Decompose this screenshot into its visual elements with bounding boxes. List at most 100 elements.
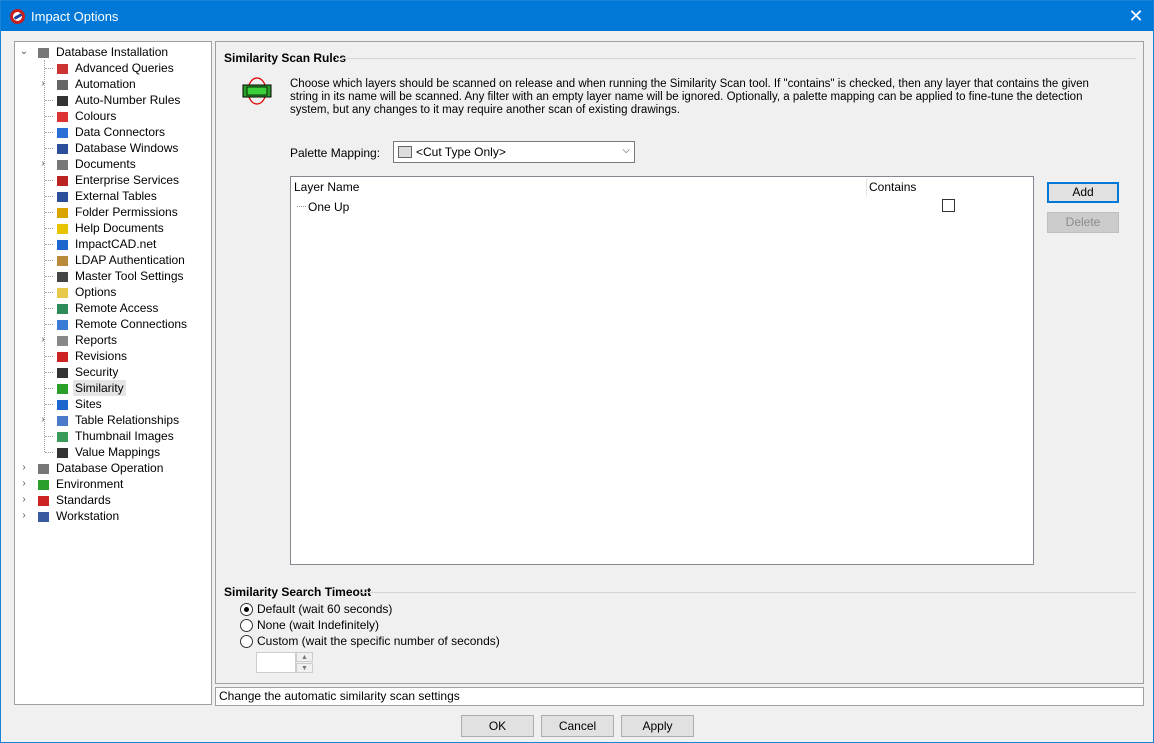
tree-connector bbox=[45, 100, 53, 101]
column-contains[interactable]: Contains bbox=[869, 180, 916, 194]
chevron-down-icon[interactable]: ⌄ bbox=[19, 44, 29, 60]
tree-connector bbox=[45, 68, 53, 69]
chevron-right-icon[interactable]: › bbox=[19, 476, 29, 492]
tools-icon bbox=[54, 269, 69, 283]
tree-connector bbox=[45, 132, 53, 133]
tree-connector bbox=[45, 196, 53, 197]
table-icon bbox=[54, 189, 69, 203]
close-icon[interactable]: ✕ bbox=[1119, 1, 1153, 31]
scan-rules-description: Choose which layers should be scanned on… bbox=[290, 78, 1089, 116]
tree-item-environment[interactable]: › Environment bbox=[15, 476, 211, 492]
colours-icon bbox=[54, 109, 69, 123]
contains-checkbox[interactable] bbox=[942, 199, 955, 212]
tree-connector bbox=[45, 436, 53, 437]
column-divider[interactable] bbox=[866, 179, 867, 197]
tree-item-automation[interactable]: › Automation bbox=[15, 76, 211, 92]
chevron-right-icon[interactable]: › bbox=[38, 156, 48, 172]
layer-row-name[interactable]: One Up bbox=[308, 200, 349, 214]
ldap-icon bbox=[54, 253, 69, 267]
tree-item-label: Data Connectors bbox=[75, 125, 166, 139]
help-icon bbox=[54, 221, 69, 235]
enterprise-icon bbox=[54, 173, 69, 187]
tree-item-standards[interactable]: › Standards bbox=[15, 492, 211, 508]
chevron-right-icon[interactable]: › bbox=[19, 492, 29, 508]
tree-item-label: Sites bbox=[75, 397, 102, 411]
status-bar: Change the automatic similarity scan set… bbox=[215, 687, 1144, 706]
cancel-button[interactable]: Cancel bbox=[541, 715, 614, 737]
chevron-right-icon[interactable]: › bbox=[38, 412, 48, 428]
radio-default[interactable] bbox=[240, 603, 253, 616]
options-window: Impact Options ✕ ⌄ Database Installation A… bbox=[0, 0, 1154, 743]
image-icon bbox=[54, 429, 69, 443]
database-icon bbox=[35, 45, 50, 59]
tree-connector bbox=[45, 324, 53, 325]
similarity-icon bbox=[242, 77, 272, 105]
layer-list-header: Layer Name Contains bbox=[291, 177, 1033, 197]
tree-item-workstation[interactable]: › Workstation bbox=[15, 508, 211, 524]
tree-item-database-operation[interactable]: › Database Operation bbox=[15, 460, 211, 476]
similarity-icon bbox=[54, 381, 69, 395]
chevron-right-icon[interactable]: › bbox=[19, 460, 29, 476]
tree-icon bbox=[35, 477, 50, 491]
timeout-seconds-input[interactable] bbox=[256, 652, 296, 673]
globe-icon bbox=[54, 237, 69, 251]
timeout-spinner[interactable]: ▲ ▼ bbox=[256, 652, 313, 673]
options-tree[interactable]: ⌄ Database Installation Advanced Queries › A… bbox=[14, 41, 212, 705]
section-divider bbox=[336, 58, 1136, 59]
tree-connector bbox=[45, 260, 53, 261]
tree-item-label: Documents bbox=[75, 157, 136, 171]
tree-connector bbox=[45, 356, 53, 357]
tree-item-label: Remote Access bbox=[75, 301, 159, 315]
tree-item-label: Automation bbox=[75, 77, 136, 91]
timeout-title: Similarity Search Timeout bbox=[224, 585, 372, 599]
row-connector bbox=[297, 206, 306, 207]
tree-connector bbox=[45, 372, 53, 373]
tree-connector bbox=[45, 212, 53, 213]
grid-icon bbox=[54, 141, 69, 155]
tree-item-label: Database Windows bbox=[75, 141, 179, 155]
tree-item-label: Table Relationships bbox=[75, 413, 180, 427]
delete-button[interactable]: Delete bbox=[1047, 212, 1119, 233]
chevron-right-icon[interactable]: › bbox=[38, 332, 48, 348]
radio-custom-label[interactable]: Custom (wait the specific number of seco… bbox=[257, 634, 500, 648]
spin-up-icon[interactable]: ▲ bbox=[296, 652, 313, 662]
ok-button[interactable]: OK bbox=[461, 715, 534, 737]
tree-item-label: Similarity bbox=[73, 380, 126, 396]
revisions-icon bbox=[54, 349, 69, 363]
tree-item-label: ImpactCAD.net bbox=[75, 237, 157, 251]
tree-item-label: Thumbnail Images bbox=[75, 429, 174, 443]
app-icon bbox=[10, 9, 25, 24]
radio-none-label[interactable]: None (wait Indefinitely) bbox=[257, 618, 379, 632]
column-layer-name[interactable]: Layer Name bbox=[294, 180, 359, 194]
tree-connector bbox=[45, 228, 53, 229]
palette-mapping-select[interactable]: <Cut Type Only> ⌵ bbox=[393, 141, 635, 163]
database-icon bbox=[35, 461, 50, 475]
palette-mapping-value: <Cut Type Only> bbox=[416, 145, 506, 159]
radio-none[interactable] bbox=[240, 619, 253, 632]
share-icon bbox=[54, 125, 69, 139]
automation-icon bbox=[54, 77, 69, 91]
tree-connector bbox=[45, 308, 53, 309]
tree-item-reports[interactable]: › Reports bbox=[15, 332, 211, 348]
tree-item-table-relationships[interactable]: › Table Relationships bbox=[15, 412, 211, 428]
layer-list[interactable]: Layer Name Contains One Up bbox=[290, 176, 1034, 565]
chevron-right-icon[interactable]: › bbox=[38, 76, 48, 92]
tree-item-label: Value Mappings bbox=[75, 445, 161, 459]
standards-icon bbox=[35, 493, 50, 507]
tree-connector bbox=[45, 148, 53, 149]
tree-connector bbox=[45, 404, 53, 405]
radio-default-label[interactable]: Default (wait 60 seconds) bbox=[257, 602, 392, 616]
chevron-right-icon[interactable]: › bbox=[19, 508, 29, 524]
apply-button[interactable]: Apply bbox=[621, 715, 694, 737]
spin-down-icon[interactable]: ▼ bbox=[296, 663, 313, 673]
tree-item-label: Auto-Number Rules bbox=[75, 93, 181, 107]
title-bar: Impact Options ✕ bbox=[1, 1, 1153, 31]
tree-item-documents[interactable]: › Documents bbox=[15, 156, 211, 172]
tree-item-label: Options bbox=[75, 285, 117, 299]
radio-custom[interactable] bbox=[240, 635, 253, 648]
report-icon bbox=[54, 333, 69, 347]
numbers-icon bbox=[54, 93, 69, 107]
add-button[interactable]: Add bbox=[1047, 182, 1119, 203]
tree-item-database-installation[interactable]: ⌄ Database Installation bbox=[15, 44, 211, 60]
tree-item-label: Colours bbox=[75, 109, 117, 123]
